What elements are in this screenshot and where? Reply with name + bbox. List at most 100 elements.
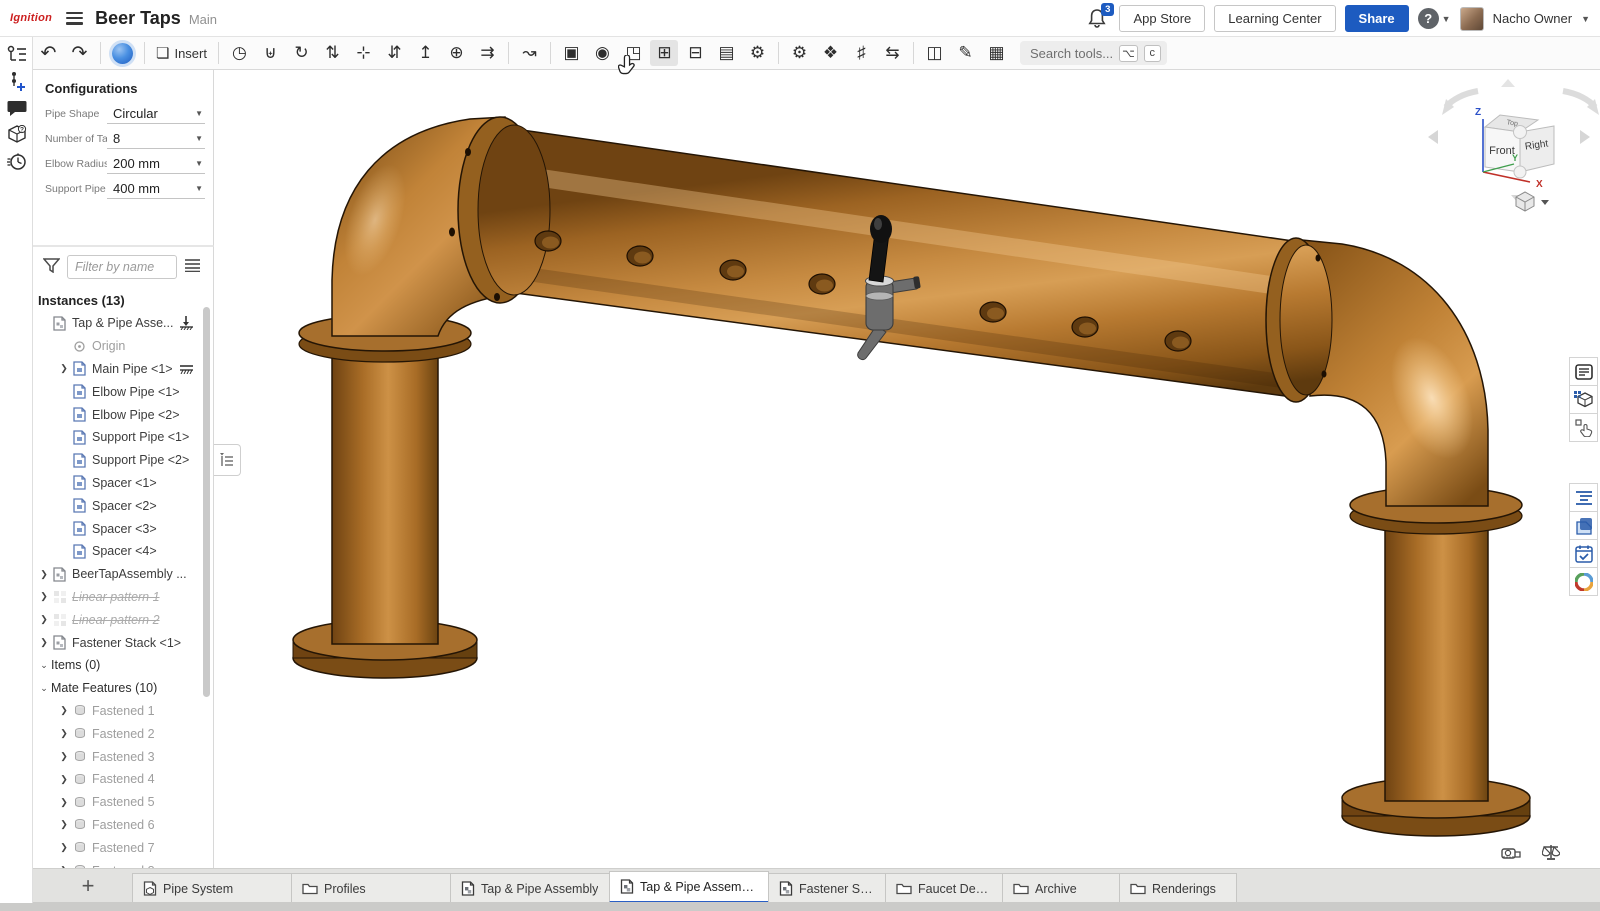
chevron-right-icon[interactable]: ❯: [57, 774, 71, 785]
tree-item-row[interactable]: ❯Fastener Stack <1>: [33, 631, 213, 654]
tree-item-row[interactable]: ❯Fastened 6: [33, 814, 213, 837]
tree-item-row[interactable]: Support Pipe <1>: [33, 426, 213, 449]
parallel-mate-icon[interactable]: ⇉: [473, 40, 501, 66]
chevron-right-icon[interactable]: ❯: [57, 842, 71, 853]
assembly-3d-view[interactable]: [33, 70, 1600, 868]
tree-item-row[interactable]: ❯Fastened 1: [33, 700, 213, 723]
mass-properties-icon[interactable]: [1540, 842, 1562, 862]
support-pipe-2[interactable]: [1342, 487, 1530, 836]
document-tab[interactable]: Renderings: [1119, 873, 1237, 903]
ball-mate-icon[interactable]: ⊕: [442, 40, 470, 66]
config-value-dropdown[interactable]: 400 mm▼: [107, 179, 205, 199]
tasks-panel-icon[interactable]: [1569, 539, 1598, 568]
learning-center-button[interactable]: Learning Center: [1214, 5, 1335, 32]
chevron-right-icon[interactable]: ❯: [57, 363, 71, 374]
tree-item-row[interactable]: ❯Fastened 2: [33, 722, 213, 745]
config-value-dropdown[interactable]: 8▼: [107, 129, 205, 149]
insert-feature-icon[interactable]: ◉: [588, 40, 616, 66]
properties-panel-icon[interactable]: [1569, 357, 1598, 386]
group-icon[interactable]: ▣: [557, 40, 585, 66]
section-view-icon[interactable]: ◫: [920, 40, 948, 66]
rotate-up-arrow[interactable]: [1501, 79, 1515, 87]
history-icon[interactable]: [0, 148, 33, 175]
graphics-area[interactable]: Front Right Top Z X Y: [33, 70, 1600, 868]
tree-item-row[interactable]: ❯Fastened 5: [33, 791, 213, 814]
tree-item-row[interactable]: ❯Fastened 7: [33, 836, 213, 859]
tangent-mate-icon[interactable]: ↝: [515, 40, 543, 66]
replicate-icon[interactable]: ⊞: [650, 40, 678, 66]
tree-item-row[interactable]: ❯Linear pattern 2: [33, 608, 213, 631]
notifications-button[interactable]: 3: [1084, 6, 1110, 32]
slider-mate-icon[interactable]: ⇅: [318, 40, 346, 66]
chevron-right-icon[interactable]: ❯: [57, 819, 71, 830]
fastened-mate-icon[interactable]: ⊎: [256, 40, 284, 66]
tree-item-row[interactable]: Tap & Pipe Asse...: [33, 312, 213, 335]
rotate-left-step-arrow[interactable]: [1428, 130, 1438, 144]
view-cube[interactable]: Front Right Top Z X Y: [1408, 75, 1600, 220]
app-store-button[interactable]: App Store: [1119, 5, 1205, 32]
update-document-icon[interactable]: [112, 43, 133, 64]
measure-icon[interactable]: [1500, 842, 1522, 862]
drawing-icon[interactable]: ✎: [951, 40, 979, 66]
hidden-instances-icon[interactable]: [1569, 385, 1598, 414]
insert-button[interactable]: ❏ Insert: [150, 44, 213, 62]
config-value-dropdown[interactable]: Circular▼: [107, 104, 205, 124]
panel-collapse-handle[interactable]: [214, 444, 241, 476]
tree-item-row[interactable]: ❯Linear pattern 1: [33, 586, 213, 609]
filter-icon[interactable]: [43, 257, 60, 278]
share-button[interactable]: Share: [1345, 5, 1409, 32]
tree-item-row[interactable]: ❯BeerTapAssembly ...: [33, 563, 213, 586]
document-tab[interactable]: Fastener Stack: [768, 873, 886, 903]
copy-in-context-icon[interactable]: ⊟: [681, 40, 709, 66]
tree-item-row[interactable]: ❯Fastened 4: [33, 768, 213, 791]
chevron-down-icon[interactable]: ⌄: [37, 660, 51, 671]
chevron-down-icon[interactable]: ⌄: [37, 683, 51, 694]
elbow-pipe-2[interactable]: [1302, 240, 1489, 506]
cylindrical-mate-icon[interactable]: ⇵: [380, 40, 408, 66]
chevron-right-icon[interactable]: ❯: [57, 751, 71, 762]
tree-item-row[interactable]: Spacer <3>: [33, 517, 213, 540]
tree-item-row[interactable]: ❯Main Pipe <1>: [33, 358, 213, 381]
appearance-panel-icon[interactable]: [1569, 511, 1598, 540]
tree-section-row[interactable]: ⌄Items (0): [33, 654, 213, 677]
document-tab[interactable]: Faucet Designs: [885, 873, 1003, 903]
search-tools-input[interactable]: Search tools... ⌥ c: [1020, 41, 1167, 65]
main-pipe[interactable]: [449, 117, 1332, 402]
help-menu[interactable]: ? ▼: [1418, 8, 1451, 29]
support-pipe-1[interactable]: [293, 315, 477, 678]
comb-pattern-icon[interactable]: ♯: [847, 40, 875, 66]
create-tab-button[interactable]: +: [76, 875, 100, 897]
named-positions-icon[interactable]: ❖: [816, 40, 844, 66]
select-instance-icon[interactable]: ◳: [619, 40, 647, 66]
avatar[interactable]: [1460, 7, 1484, 31]
tree-item-row[interactable]: Origin: [33, 335, 213, 358]
chevron-right-icon[interactable]: ❯: [57, 728, 71, 739]
document-tab[interactable]: Tap & Pipe Assembly C...: [609, 871, 769, 903]
pin-slot-mate-icon[interactable]: ↥: [411, 40, 439, 66]
tree-item-row[interactable]: ❯Fastened 3: [33, 745, 213, 768]
main-menu-icon[interactable]: [66, 12, 83, 25]
chevron-right-icon[interactable]: ❯: [37, 569, 51, 580]
tree-section-row[interactable]: ⌄Mate Features (10): [33, 677, 213, 700]
view-options-button[interactable]: [1516, 192, 1549, 211]
tree-scrollbar[interactable]: [203, 307, 210, 697]
chevron-right-icon[interactable]: ❯: [37, 591, 51, 602]
document-tab[interactable]: Profiles: [291, 873, 451, 903]
redo-button[interactable]: ↷: [66, 40, 94, 66]
chevron-right-icon[interactable]: ❯: [57, 797, 71, 808]
undo-button[interactable]: ↶: [35, 40, 63, 66]
document-tab[interactable]: Pipe System: [132, 873, 292, 903]
chevron-right-icon[interactable]: ❯: [57, 705, 71, 716]
tree-item-row[interactable]: Support Pipe <2>: [33, 449, 213, 472]
swap-instances-icon[interactable]: ⇆: [878, 40, 906, 66]
comments-icon[interactable]: [0, 94, 33, 121]
list-options-icon[interactable]: [184, 258, 201, 277]
tree-item-row[interactable]: Spacer <1>: [33, 472, 213, 495]
revolute-mate-icon[interactable]: ↻: [287, 40, 315, 66]
feature-list-icon[interactable]: [1569, 483, 1598, 512]
assembly-structure-icon[interactable]: [0, 40, 33, 67]
filter-input[interactable]: [67, 255, 177, 279]
tree-item-row[interactable]: Spacer <2>: [33, 494, 213, 517]
document-tab[interactable]: Archive: [1002, 873, 1120, 903]
chevron-right-icon[interactable]: ❯: [37, 614, 51, 625]
